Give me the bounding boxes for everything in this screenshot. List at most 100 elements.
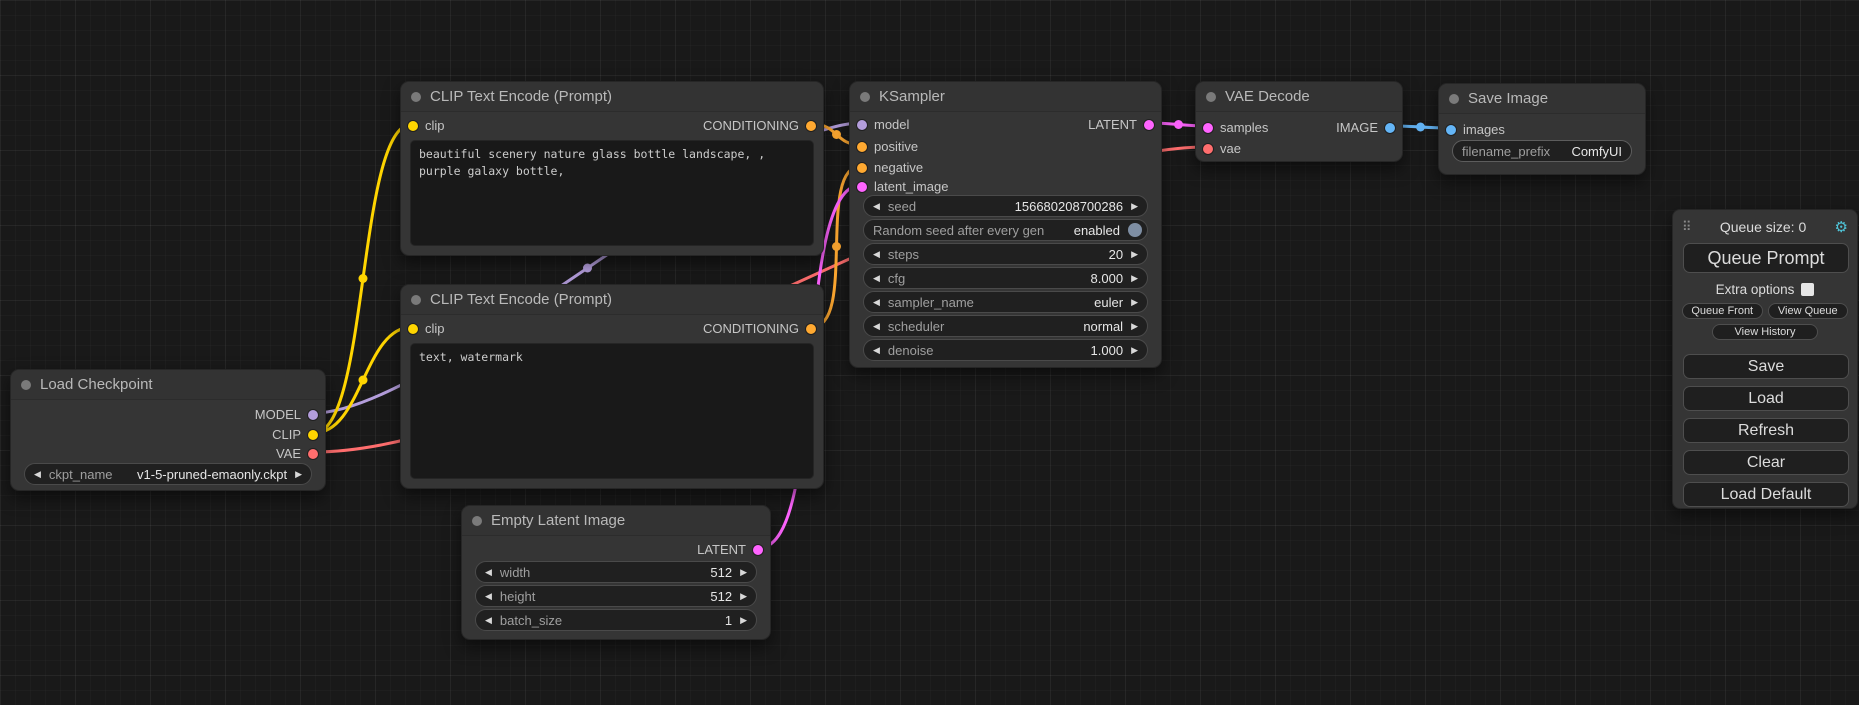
- node-header[interactable]: CLIP Text Encode (Prompt): [401, 285, 823, 315]
- link-midpoint-dot-clip-to-positive: [359, 274, 368, 283]
- widget-value: 512: [710, 565, 732, 580]
- widget-ckpt-name[interactable]: ◀ ckpt_name v1-5-pruned-emaonly.ckpt ▶: [24, 463, 312, 485]
- prev-arrow-icon[interactable]: ◀: [873, 202, 880, 211]
- prev-arrow-icon[interactable]: ◀: [485, 568, 492, 577]
- collapse-dot-icon[interactable]: [411, 295, 421, 305]
- node-clip-text-encode-negative[interactable]: CLIP Text Encode (Prompt) clip CONDITION…: [400, 284, 824, 489]
- next-arrow-icon[interactable]: ▶: [1131, 202, 1138, 211]
- save-button[interactable]: Save: [1683, 354, 1849, 379]
- widget-filename-prefix[interactable]: filename_prefix ComfyUI: [1452, 140, 1632, 162]
- load-button[interactable]: Load: [1683, 386, 1849, 411]
- prompt-textarea[interactable]: text, watermark: [410, 343, 814, 479]
- clear-button[interactable]: Clear: [1683, 450, 1849, 475]
- next-arrow-icon[interactable]: ▶: [1131, 274, 1138, 283]
- node-save-image[interactable]: Save Image images filename_prefix ComfyU…: [1438, 83, 1646, 175]
- node-header[interactable]: CLIP Text Encode (Prompt): [401, 82, 823, 112]
- widget-denoise[interactable]: ◀ denoise 1.000 ▶: [863, 339, 1148, 361]
- node-clip-text-encode-positive[interactable]: CLIP Text Encode (Prompt) clip CONDITION…: [400, 81, 824, 256]
- node-load-checkpoint[interactable]: Load Checkpoint MODEL CLIP VAE ◀ ckpt_na…: [10, 369, 326, 491]
- node-title: Load Checkpoint: [40, 376, 153, 393]
- next-arrow-icon[interactable]: ▶: [740, 592, 747, 601]
- prev-arrow-icon[interactable]: ◀: [485, 592, 492, 601]
- input-slot-clip: clip: [408, 117, 445, 134]
- widget-name: denoise: [888, 343, 934, 358]
- widget-cfg[interactable]: ◀ cfg 8.000 ▶: [863, 267, 1148, 289]
- settings-gear-icon[interactable]: ⚙: [1835, 218, 1848, 236]
- next-arrow-icon[interactable]: ▶: [1131, 346, 1138, 355]
- node-header[interactable]: Save Image: [1439, 84, 1645, 114]
- latent-output-dot-icon[interactable]: [753, 545, 763, 555]
- model-input-dot-icon[interactable]: [857, 120, 867, 130]
- collapse-dot-icon[interactable]: [21, 380, 31, 390]
- drag-handle-icon[interactable]: ⠿: [1682, 219, 1692, 235]
- load-default-button[interactable]: Load Default: [1683, 482, 1849, 507]
- conditioning-input-dot-icon[interactable]: [857, 142, 867, 152]
- widget-value: v1-5-pruned-emaonly.ckpt: [137, 467, 287, 482]
- view-queue-button[interactable]: View Queue: [1768, 303, 1849, 319]
- prev-arrow-icon[interactable]: ◀: [873, 250, 880, 259]
- widget-width[interactable]: ◀ width 512 ▶: [475, 561, 757, 583]
- image-output-dot-icon[interactable]: [1385, 123, 1395, 133]
- widget-steps[interactable]: ◀ steps 20 ▶: [863, 243, 1148, 265]
- prev-arrow-icon[interactable]: ◀: [873, 346, 880, 355]
- view-history-button[interactable]: View History: [1712, 324, 1818, 340]
- prompt-textarea[interactable]: beautiful scenery nature glass bottle la…: [410, 140, 814, 246]
- node-header[interactable]: VAE Decode: [1196, 82, 1402, 112]
- widget-sampler-name[interactable]: ◀ sampler_name euler ▶: [863, 291, 1148, 313]
- slot-label: negative: [874, 160, 923, 175]
- queue-prompt-button[interactable]: Queue Prompt: [1683, 243, 1849, 273]
- extra-options-checkbox[interactable]: [1801, 283, 1814, 296]
- node-header[interactable]: Empty Latent Image: [462, 506, 770, 536]
- collapse-dot-icon[interactable]: [411, 92, 421, 102]
- next-arrow-icon[interactable]: ▶: [1131, 250, 1138, 259]
- widget-name: filename_prefix: [1462, 144, 1550, 159]
- next-arrow-icon[interactable]: ▶: [1131, 322, 1138, 331]
- prev-arrow-icon[interactable]: ◀: [873, 322, 880, 331]
- widget-seed[interactable]: ◀ seed 156680208700286 ▶: [863, 195, 1148, 217]
- node-canvas[interactable]: Load Checkpoint MODEL CLIP VAE ◀ ckpt_na…: [0, 0, 1859, 705]
- next-arrow-icon[interactable]: ▶: [740, 568, 747, 577]
- link-midpoint-dot-model: [583, 264, 592, 273]
- latent-output-dot-icon[interactable]: [1144, 120, 1154, 130]
- conditioning-output-dot-icon[interactable]: [806, 121, 816, 131]
- queue-front-button[interactable]: Queue Front: [1682, 303, 1763, 319]
- node-title: CLIP Text Encode (Prompt): [430, 291, 612, 308]
- latent-input-dot-icon[interactable]: [857, 182, 867, 192]
- prev-arrow-icon[interactable]: ◀: [873, 298, 880, 307]
- clip-input-dot-icon[interactable]: [408, 324, 418, 334]
- clip-output-dot-icon[interactable]: [308, 430, 318, 440]
- node-header[interactable]: KSampler: [850, 82, 1161, 112]
- clip-input-dot-icon[interactable]: [408, 121, 418, 131]
- refresh-button[interactable]: Refresh: [1683, 418, 1849, 443]
- slot-label: LATENT: [697, 542, 746, 557]
- node-title: KSampler: [879, 88, 945, 105]
- prev-arrow-icon[interactable]: ◀: [485, 616, 492, 625]
- collapse-dot-icon[interactable]: [1449, 94, 1459, 104]
- model-output-dot-icon[interactable]: [308, 410, 318, 420]
- widget-height[interactable]: ◀ height 512 ▶: [475, 585, 757, 607]
- image-input-dot-icon[interactable]: [1446, 125, 1456, 135]
- node-vae-decode[interactable]: VAE Decode samples IMAGE vae: [1195, 81, 1403, 162]
- collapse-dot-icon[interactable]: [472, 516, 482, 526]
- conditioning-output-dot-icon[interactable]: [806, 324, 816, 334]
- next-arrow-icon[interactable]: ▶: [1131, 298, 1138, 307]
- node-empty-latent-image[interactable]: Empty Latent Image LATENT ◀ width 512 ▶ …: [461, 505, 771, 640]
- collapse-dot-icon[interactable]: [1206, 92, 1216, 102]
- node-ksampler[interactable]: KSampler model LATENT positive negative …: [849, 81, 1162, 368]
- prev-arrow-icon[interactable]: ◀: [34, 470, 41, 479]
- input-slot-samples: samples: [1203, 119, 1268, 136]
- vae-input-dot-icon[interactable]: [1203, 144, 1213, 154]
- toggle-knob-icon[interactable]: [1128, 223, 1142, 237]
- next-arrow-icon[interactable]: ▶: [740, 616, 747, 625]
- vae-output-dot-icon[interactable]: [308, 449, 318, 459]
- widget-random-seed-toggle[interactable]: Random seed after every gen enabled: [863, 219, 1148, 241]
- prev-arrow-icon[interactable]: ◀: [873, 274, 880, 283]
- next-arrow-icon[interactable]: ▶: [295, 470, 302, 479]
- widget-scheduler[interactable]: ◀ scheduler normal ▶: [863, 315, 1148, 337]
- output-slot-conditioning: CONDITIONING: [703, 117, 816, 134]
- conditioning-input-dot-icon[interactable]: [857, 163, 867, 173]
- collapse-dot-icon[interactable]: [860, 92, 870, 102]
- node-header[interactable]: Load Checkpoint: [11, 370, 325, 400]
- widget-batch-size[interactable]: ◀ batch_size 1 ▶: [475, 609, 757, 631]
- latent-input-dot-icon[interactable]: [1203, 123, 1213, 133]
